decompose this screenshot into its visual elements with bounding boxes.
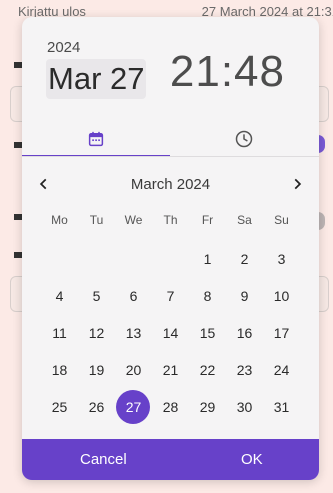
calendar-day-number: 26 [88, 399, 105, 415]
calendar-day[interactable]: 12 [78, 316, 115, 350]
calendar-day[interactable]: 10 [263, 279, 300, 313]
calendar-day-number: 19 [88, 362, 105, 378]
calendar-day-number: 21 [162, 362, 179, 378]
picker-tabs [22, 121, 319, 157]
calendar-day[interactable]: 23 [226, 353, 263, 387]
calendar-day-number: 6 [129, 288, 138, 304]
calendar-day-number: 9 [240, 288, 249, 304]
calendar-day-number: 29 [199, 399, 216, 415]
calendar-day[interactable]: 13 [115, 316, 152, 350]
calendar-day[interactable]: 24 [263, 353, 300, 387]
calendar-day-number: 1 [203, 251, 212, 267]
calendar-day[interactable]: 11 [41, 316, 78, 350]
calendar-day-number: 2 [240, 251, 249, 267]
calendar-day[interactable]: 22 [189, 353, 226, 387]
calendar-day-number: 17 [273, 325, 290, 341]
dialog-actions: Cancel OK [22, 439, 319, 480]
calendar-day[interactable]: 16 [226, 316, 263, 350]
calendar-day-number: 27 [125, 399, 142, 415]
background-label-stub [14, 214, 22, 220]
calendar-day[interactable]: 20 [115, 353, 152, 387]
calendar-icon [88, 131, 104, 147]
calendar-day-number: 24 [273, 362, 290, 378]
background-status-right: 27 March 2024 at 21:31 [201, 4, 333, 18]
weekday-label: Th [163, 213, 178, 227]
calendar-day[interactable]: 7 [152, 279, 189, 313]
calendar-day-number: 23 [236, 362, 253, 378]
calendar-day[interactable]: 5 [78, 279, 115, 313]
calendar-day[interactable]: 1 [189, 242, 226, 276]
calendar-day[interactable]: 30 [226, 390, 263, 424]
date-time-picker-dialog: 2024 Mar 27 21:48 March 2024 Mo Tu We Th… [22, 17, 319, 480]
calendar-day-number: 18 [51, 362, 68, 378]
calendar-day-number: 22 [199, 362, 216, 378]
calendar-day-number: 3 [277, 251, 286, 267]
calendar-day-number: 14 [162, 325, 179, 341]
month-navigation: March 2024 [22, 169, 319, 199]
calendar-day-number: 28 [162, 399, 179, 415]
calendar-day[interactable]: 18 [41, 353, 78, 387]
calendar-day-number: 13 [125, 325, 142, 341]
calendar-day[interactable]: 26 [78, 390, 115, 424]
calendar-day-number: 10 [273, 288, 290, 304]
ok-button[interactable]: OK [241, 439, 263, 480]
calendar-day[interactable]: 4 [41, 279, 78, 313]
month-year-label[interactable]: March 2024 [22, 176, 319, 193]
calendar-day[interactable]: 31 [263, 390, 300, 424]
calendar-day[interactable]: 25 [41, 390, 78, 424]
background-label-stub [14, 252, 22, 258]
weekday-label: Su [274, 213, 289, 227]
calendar-day[interactable]: 14 [152, 316, 189, 350]
calendar-day[interactable]: 28 [152, 390, 189, 424]
weekday-header-row: Mo Tu We Th Fr Sa Su [41, 213, 300, 231]
selected-date-label[interactable]: Mar 27 [46, 59, 147, 99]
clock-icon [235, 130, 253, 148]
calendar-day[interactable]: 6 [115, 279, 152, 313]
calendar-day-number: 16 [236, 325, 253, 341]
calendar-day[interactable]: 21 [152, 353, 189, 387]
next-month-button[interactable] [284, 171, 310, 197]
tab-divider [22, 156, 319, 157]
calendar-day-number: 7 [166, 288, 175, 304]
calendar-day-number: 12 [88, 325, 105, 341]
calendar-day[interactable]: 2 [226, 242, 263, 276]
calendar-day-number: 5 [92, 288, 101, 304]
calendar-day-selected[interactable]: 27 [115, 390, 152, 424]
background-label-stub [14, 62, 22, 68]
calendar-day-number: 11 [52, 325, 67, 341]
cancel-button[interactable]: Cancel [80, 439, 127, 480]
calendar-day-number: 30 [236, 399, 253, 415]
weekday-label: Fr [201, 213, 214, 227]
weekday-label: Sa [237, 213, 252, 227]
tab-date[interactable] [22, 121, 170, 157]
calendar-day[interactable]: 19 [78, 353, 115, 387]
calendar-day[interactable]: 29 [189, 390, 226, 424]
tab-time[interactable] [170, 121, 318, 157]
calendar-day[interactable]: 8 [189, 279, 226, 313]
weekday-label: Tu [89, 213, 104, 227]
calendar-day-number: 31 [273, 399, 290, 415]
picker-header: 2024 Mar 27 21:48 [22, 17, 319, 157]
background-status-left: Kirjattu ulos [18, 4, 86, 18]
calendar-day-number: 8 [203, 288, 212, 304]
calendar-day[interactable]: 3 [263, 242, 300, 276]
selected-year[interactable]: 2024 [47, 39, 80, 56]
calendar-day[interactable]: 15 [189, 316, 226, 350]
calendar-day-number: 4 [55, 288, 64, 304]
calendar-day-number: 15 [199, 325, 216, 341]
calendar-day-number: 25 [51, 399, 68, 415]
background-status-line: Kirjattu ulos 27 March 2024 at 21:31 [18, 4, 333, 18]
calendar-day-number: 20 [125, 362, 142, 378]
chevron-right-icon [294, 178, 302, 190]
background-label-stub [14, 142, 22, 148]
weekday-label: Mo [51, 213, 68, 227]
weekday-label: We [124, 213, 143, 227]
calendar-day[interactable]: 17 [263, 316, 300, 350]
selected-time[interactable]: 21:48 [170, 47, 285, 97]
calendar-day[interactable]: 9 [226, 279, 263, 313]
